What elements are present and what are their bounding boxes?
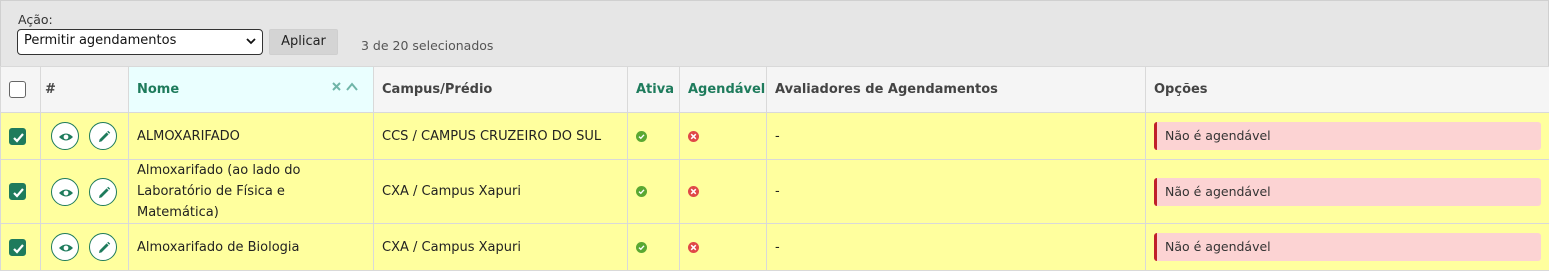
table-row: Almoxarifado de Biologia CXA / Campus Xa… (1, 224, 1549, 271)
apply-button[interactable]: Aplicar (269, 29, 338, 55)
table-header-row: # Nome Campus/Prédio Ativa Agendável Ava… (1, 67, 1549, 113)
column-header-campus[interactable]: Campus/Prédio (374, 67, 628, 113)
select-all-cell (1, 67, 41, 113)
eye-icon (58, 129, 74, 145)
view-button[interactable] (51, 178, 79, 206)
cell-ativa (628, 224, 680, 271)
chevron-down-icon (245, 34, 257, 48)
row-actions-cell (41, 160, 129, 224)
cell-avaliadores: - (767, 113, 1146, 160)
column-header-ativa[interactable]: Ativa (628, 67, 680, 113)
action-select[interactable]: Permitir agendamentos (17, 29, 263, 55)
row-checkbox[interactable] (9, 239, 26, 256)
row-checkbox[interactable] (9, 183, 26, 200)
pencil-icon (96, 129, 112, 145)
column-header-agendavel[interactable]: Agendável (680, 67, 767, 113)
check-circle-icon (636, 186, 647, 197)
rooms-table: # Nome Campus/Prédio Ativa Agendável Ava… (0, 66, 1549, 271)
action-label: Ação: (18, 12, 53, 27)
check-icon (12, 186, 25, 199)
sort-icons[interactable] (331, 80, 361, 98)
row-checkbox[interactable] (9, 128, 26, 145)
view-button[interactable] (51, 233, 79, 261)
pencil-icon (96, 240, 112, 256)
not-schedulable-alert: Não é agendável (1154, 178, 1541, 206)
cell-campus: CCS / CAMPUS CRUZEIRO DO SUL (374, 113, 628, 160)
cell-agendavel (680, 224, 767, 271)
x-circle-icon (688, 131, 699, 142)
cell-avaliadores: - (767, 224, 1146, 271)
column-header-nome[interactable]: Nome (129, 67, 374, 113)
row-actions-cell (41, 224, 129, 271)
cell-agendavel (680, 160, 767, 224)
table-row: ALMOXARIFADO CCS / CAMPUS CRUZEIRO DO SU… (1, 113, 1549, 160)
row-select-cell (1, 113, 41, 160)
page: Ação: Permitir agendamentos Aplicar 3 de… (0, 0, 1549, 260)
cell-opcoes: Não é agendável (1146, 113, 1549, 160)
cell-opcoes: Não é agendável (1146, 224, 1549, 271)
check-icon (12, 242, 25, 255)
action-select-value: Permitir agendamentos (24, 33, 176, 48)
cell-ativa (628, 160, 680, 224)
edit-button[interactable] (89, 178, 117, 206)
not-schedulable-alert: Não é agendável (1154, 122, 1541, 150)
row-select-cell (1, 224, 41, 271)
selection-count: 3 de 20 selecionados (361, 38, 493, 53)
cell-nome: ALMOXARIFADO (129, 113, 374, 160)
row-select-cell (1, 160, 41, 224)
cell-ativa (628, 113, 680, 160)
cell-nome: Almoxarifado (ao lado do Laboratório de … (129, 160, 374, 224)
column-header-nome-label: Nome (137, 82, 179, 97)
cell-opcoes: Não é agendável (1146, 160, 1549, 224)
cell-agendavel (680, 113, 767, 160)
pencil-icon (96, 185, 112, 201)
eye-icon (58, 240, 74, 256)
check-circle-icon (636, 131, 647, 142)
action-bar: Ação: Permitir agendamentos Aplicar 3 de… (0, 0, 1549, 66)
cell-nome: Almoxarifado de Biologia (129, 224, 374, 271)
check-icon (12, 131, 25, 144)
cell-campus: CXA / Campus Xapuri (374, 224, 628, 271)
not-schedulable-alert: Não é agendável (1154, 233, 1541, 261)
column-header-avaliadores: Avaliadores de Agendamentos (767, 67, 1146, 113)
row-actions-cell (41, 113, 129, 160)
eye-icon (58, 185, 74, 201)
x-circle-icon (688, 242, 699, 253)
x-circle-icon (688, 186, 699, 197)
column-header-opcoes: Opções (1146, 67, 1549, 113)
edit-button[interactable] (89, 233, 117, 261)
edit-button[interactable] (89, 122, 117, 150)
cell-avaliadores: - (767, 160, 1146, 224)
clear-sort-icon[interactable] (331, 80, 361, 94)
select-all-checkbox[interactable] (9, 81, 26, 98)
column-header-hash: # (41, 67, 129, 113)
cell-campus: CXA / Campus Xapuri (374, 160, 628, 224)
check-circle-icon (636, 242, 647, 253)
view-button[interactable] (51, 122, 79, 150)
table-row: Almoxarifado (ao lado do Laboratório de … (1, 160, 1549, 224)
